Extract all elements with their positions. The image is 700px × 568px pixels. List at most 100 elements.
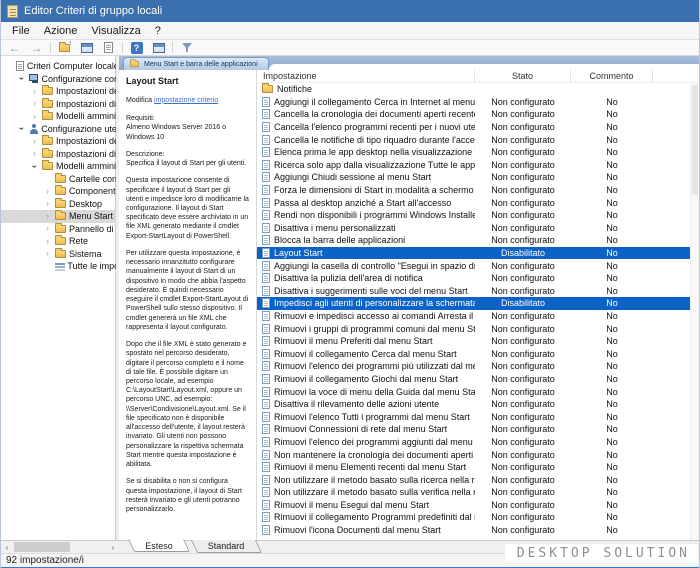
setting-name-cell: Rimuovi il menu Esegui dal menu Start: [257, 500, 475, 510]
back-button[interactable]: [6, 41, 23, 55]
menu-item-1[interactable]: Azione: [37, 24, 85, 38]
setting-name: Rendi non disponibili i programmi Window…: [274, 210, 475, 220]
settings-row[interactable]: Rimuovi l'elenco dei programmi aggiunti …: [257, 436, 699, 449]
collapsed-expander-icon[interactable]: ›: [43, 224, 52, 233]
folder-icon: [130, 61, 139, 67]
tree-item-menu-start-e[interactable]: ›Menu Start e: [1, 210, 116, 223]
expanded-expander-icon[interactable]: ›: [30, 162, 39, 171]
toolbar-separator: [172, 42, 173, 53]
settings-row[interactable]: Impedisci agli utenti di personalizzare …: [257, 297, 699, 310]
tree-item-impostazioni-del[interactable]: ›Impostazioni del: [1, 135, 116, 148]
settings-row[interactable]: Disattiva la pulizia dell'area di notifi…: [257, 272, 699, 285]
settings-row[interactable]: Rimuovi l'icona Documenti dal menu Start…: [257, 524, 699, 537]
vertical-scrollbar[interactable]: [690, 83, 699, 540]
settings-row[interactable]: Rimuovi l'elenco dei programmi più utili…: [257, 360, 699, 373]
tree-item-criteri-computer-locale[interactable]: Criteri Computer locale: [1, 60, 116, 73]
tab-standard[interactable]: Standard: [190, 540, 261, 553]
settings-row[interactable]: Rimuovi Connessioni di rete dal menu Sta…: [257, 423, 699, 436]
settings-row[interactable]: Aggiungi la casella di controllo "Esegui…: [257, 259, 699, 272]
collapsed-expander-icon[interactable]: ›: [30, 87, 39, 96]
tree-item-cartelle-cond[interactable]: Cartelle cond: [1, 173, 116, 186]
filter-button[interactable]: [178, 41, 195, 55]
settings-row[interactable]: Cancella le notifiche di tipo riquadro d…: [257, 133, 699, 146]
settings-row[interactable]: Passa al desktop anziché a Start all'acc…: [257, 196, 699, 209]
collapsed-expander-icon[interactable]: ›: [30, 99, 39, 108]
settings-row[interactable]: Non utilizzare il metodo basato sulla ve…: [257, 486, 699, 499]
tree-item-configurazione-com[interactable]: ›Configurazione com: [1, 73, 116, 86]
settings-row[interactable]: Elenca prima le app desktop nella visual…: [257, 146, 699, 159]
scroll-left-icon[interactable]: ‹: [2, 542, 12, 553]
help-button[interactable]: [128, 41, 145, 55]
title-bar[interactable]: Editor Criteri di gruppo locali: [1, 0, 699, 22]
settings-row[interactable]: Rimuovi l'elenco Tutti i programmi dal m…: [257, 410, 699, 423]
settings-row[interactable]: Rimuovi il collegamento Cerca dal menu S…: [257, 347, 699, 360]
tree-item-impostazioni-del[interactable]: ›Impostazioni del: [1, 85, 116, 98]
up-folder-button[interactable]: [56, 41, 73, 55]
settings-row[interactable]: Ricerca solo app dalla visualizzazione T…: [257, 159, 699, 172]
horizontal-scrollbar[interactable]: ‹ ›: [1, 540, 119, 553]
collapsed-expander-icon[interactable]: ›: [43, 187, 52, 196]
category-tab[interactable]: Menu Start e barra delle applicazioni: [123, 57, 269, 70]
collapsed-expander-icon[interactable]: ›: [43, 237, 52, 246]
vertical-scrollbar-thumb[interactable]: [692, 85, 698, 195]
expanded-expander-icon[interactable]: ›: [17, 74, 26, 83]
console-tree-button[interactable]: [78, 41, 95, 55]
export-list-button[interactable]: [100, 41, 117, 55]
settings-row[interactable]: Rimuovi la voce di menu della Guida dal …: [257, 385, 699, 398]
settings-row[interactable]: Rimuovi il collegamento Programmi predef…: [257, 511, 699, 524]
tree-item-modelli-amminis[interactable]: ›Modelli amminis: [1, 160, 116, 173]
column-header-commento[interactable]: Commento: [571, 70, 653, 82]
edit-policy-setting-link[interactable]: impostazione criterio: [154, 97, 218, 104]
collapsed-expander-icon[interactable]: ›: [43, 212, 52, 221]
settings-row[interactable]: Disattiva i menu personalizzatiNon confi…: [257, 222, 699, 235]
tree-item-label: Desktop: [69, 199, 102, 209]
settings-row[interactable]: Layout StartDisabilitatoNo: [257, 247, 699, 260]
setting-comment: No: [571, 122, 653, 132]
collapsed-expander-icon[interactable]: ›: [43, 199, 52, 208]
collapsed-expander-icon[interactable]: ›: [43, 249, 52, 258]
settings-row[interactable]: Disattiva i suggerimenti sulle voci del …: [257, 285, 699, 298]
settings-row[interactable]: Blocca la barra delle applicazioniNon co…: [257, 234, 699, 247]
settings-row[interactable]: Rimuovi il menu Preferiti dal menu Start…: [257, 335, 699, 348]
settings-row[interactable]: Non mantenere la cronologia dei document…: [257, 448, 699, 461]
scroll-right-icon[interactable]: ›: [108, 542, 118, 553]
expanded-expander-icon[interactable]: ›: [17, 124, 26, 133]
tree-item-rete[interactable]: ›Rete: [1, 235, 116, 248]
menu-item-2[interactable]: Visualizza: [84, 24, 147, 38]
column-header-impostazione[interactable]: Impostazione: [257, 70, 475, 82]
settings-row[interactable]: Disattiva il rilevamento delle azioni ut…: [257, 398, 699, 411]
settings-row[interactable]: Forza le dimensioni di Start in modalità…: [257, 184, 699, 197]
settings-row[interactable]: Cancella l'elenco programmi recenti per …: [257, 121, 699, 134]
tree-item-impostazioni-di-v[interactable]: ›Impostazioni di V: [1, 98, 116, 111]
tab-esteso[interactable]: Esteso: [128, 539, 190, 552]
settings-row[interactable]: Rimuovi il menu Elementi recenti dal men…: [257, 461, 699, 474]
tree-item-modelli-amminis[interactable]: ›Modelli amminis: [1, 110, 116, 123]
tree-item-desktop[interactable]: › Desktop: [1, 198, 116, 211]
settings-row[interactable]: Rimuovi il menu Esegui dal menu StartNon…: [257, 499, 699, 512]
settings-row[interactable]: Non utilizzare il metodo basato sulla ri…: [257, 473, 699, 486]
tree-item-tutte-le-impo[interactable]: Tutte le impo: [1, 260, 116, 273]
collapsed-expander-icon[interactable]: ›: [30, 137, 39, 146]
settings-row[interactable]: Aggiungi Chiudi sessione al menu StartNo…: [257, 171, 699, 184]
collapsed-expander-icon[interactable]: ›: [30, 149, 39, 158]
settings-row[interactable]: Aggiungi il collegamento Cerca in Intern…: [257, 96, 699, 109]
horizontal-scrollbar-thumb[interactable]: [14, 542, 70, 552]
tree-item-sistema[interactable]: ›Sistema: [1, 248, 116, 261]
settings-row[interactable]: Rimuovi il collegamento Giochi dal menu …: [257, 373, 699, 386]
console-window-button[interactable]: [150, 41, 167, 55]
settings-row[interactable]: Notifiche: [257, 83, 699, 96]
forward-button[interactable]: [28, 41, 45, 55]
tree-item-impostazioni-di-v[interactable]: ›Impostazioni di V: [1, 148, 116, 161]
settings-row[interactable]: Rimuovi i gruppi di programmi comuni dal…: [257, 322, 699, 335]
tree-item-pannello-di-co[interactable]: ›Pannello di co: [1, 223, 116, 236]
menu-item-3[interactable]: ?: [148, 24, 168, 38]
settings-row[interactable]: Cancella la cronologia dei documenti ape…: [257, 108, 699, 121]
collapsed-expander-icon[interactable]: ›: [30, 112, 39, 121]
column-header-stato[interactable]: Stato: [475, 70, 571, 82]
settings-row[interactable]: Rimuovi e impedisci accesso ai comandi A…: [257, 310, 699, 323]
tree-item-configurazione-uten[interactable]: ›Configurazione uten: [1, 123, 116, 136]
settings-row[interactable]: Rendi non disponibili i programmi Window…: [257, 209, 699, 222]
setting-name-cell: Aggiungi Chiudi sessione al menu Start: [257, 172, 475, 182]
menu-item-0[interactable]: File: [5, 24, 37, 38]
tree-item-componenti[interactable]: ›Componenti: [1, 185, 116, 198]
